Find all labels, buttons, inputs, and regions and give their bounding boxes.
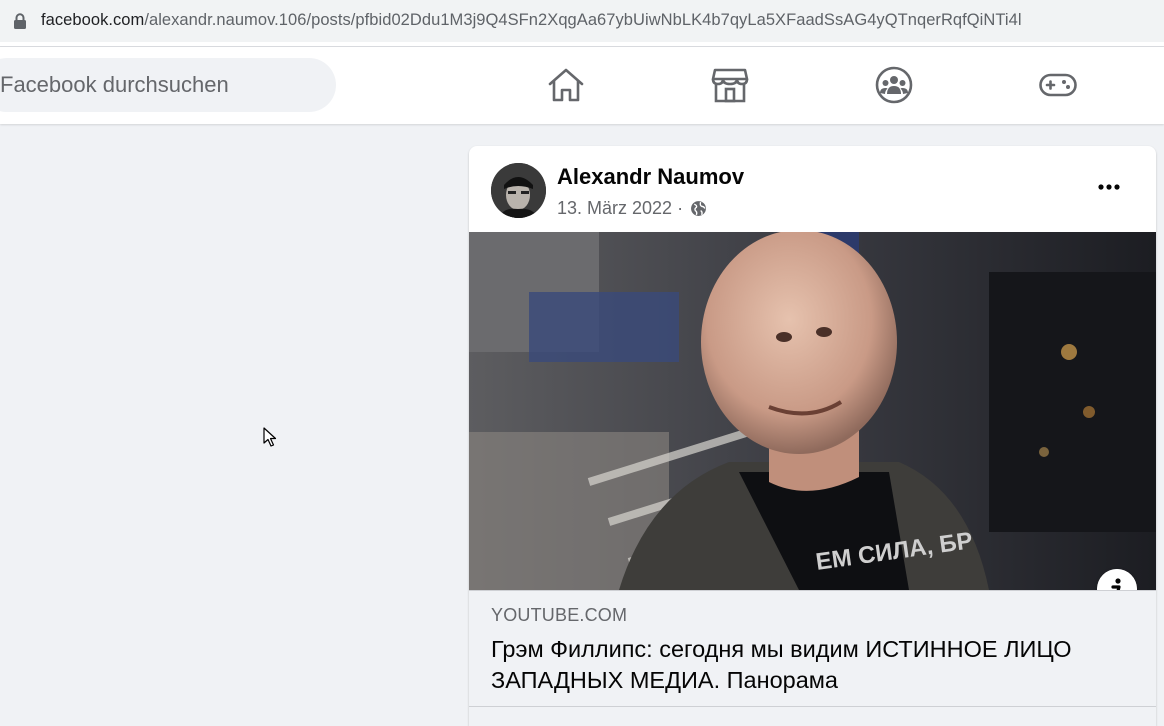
address-field[interactable]: facebook.com/alexandr.naumov.106/posts/p… — [0, 0, 1164, 42]
gaming-icon[interactable] — [1039, 66, 1077, 104]
url-host: facebook.com — [41, 11, 145, 29]
divider — [469, 706, 1156, 707]
link-preview-footer[interactable]: YOUTUBE.COM Грэм Филлипс: сегодня мы вид… — [469, 590, 1156, 726]
search-input[interactable] — [0, 58, 320, 112]
home-icon[interactable] — [547, 66, 585, 104]
more-options-icon[interactable] — [1090, 171, 1128, 203]
meta-separator: · — [672, 198, 689, 218]
author-name[interactable]: Alexandr Naumov — [557, 164, 744, 190]
url-text[interactable]: facebook.com/alexandr.naumov.106/posts/p… — [41, 11, 1022, 30]
link-preview-image[interactable]: ЕМ СИЛА, БР — [469, 232, 1156, 590]
cursor-icon — [263, 427, 277, 447]
groups-icon[interactable] — [875, 66, 913, 104]
link-domain: YOUTUBE.COM — [491, 605, 628, 625]
globe-icon — [691, 201, 707, 216]
thumbnail-picture: ЕМ СИЛА, БР — [469, 232, 1156, 590]
post-meta: 13. März 2022 · — [557, 198, 707, 219]
browser-address-bar: facebook.com/alexandr.naumov.106/posts/p… — [0, 0, 1164, 47]
marketplace-icon[interactable] — [711, 66, 749, 104]
post-date[interactable]: 13. März 2022 — [557, 198, 672, 218]
link-title[interactable]: Грэм Филлипс: сегодня мы видим ИСТИННОЕ … — [491, 634, 1131, 696]
url-path: /alexandr.naumov.106/posts/pfbid02Ddu1M3… — [144, 11, 1022, 29]
avatar-image — [491, 163, 546, 218]
facebook-top-nav — [0, 47, 1164, 124]
avatar[interactable] — [491, 163, 546, 218]
search-box[interactable] — [0, 58, 336, 112]
post-card: Alexandr Naumov 13. März 2022 · ЕМ СИЛА,… — [469, 146, 1156, 726]
lock-icon — [14, 13, 26, 29]
